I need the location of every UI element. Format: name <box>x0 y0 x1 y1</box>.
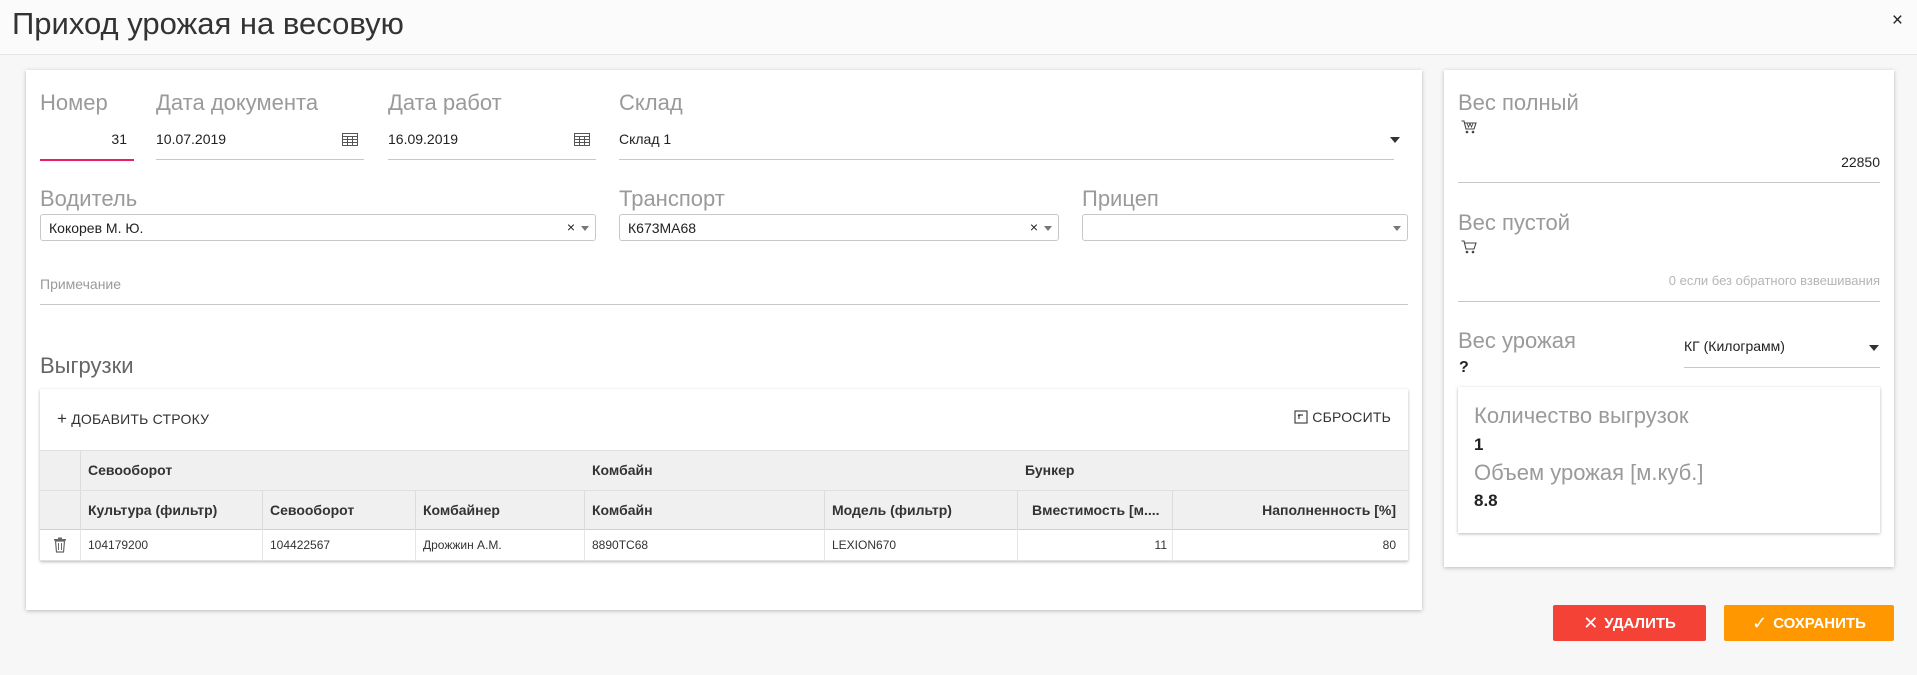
calendar-icon[interactable] <box>574 133 590 146</box>
chevron-down-icon[interactable] <box>1044 226 1052 231</box>
table-cell: 80 <box>1382 538 1396 552</box>
save-label: СОХРАНИТЬ <box>1773 614 1866 632</box>
column-header[interactable]: Модель (фильтр) <box>832 502 1012 518</box>
note-underline <box>40 304 1408 305</box>
trailer-label: Прицеп <box>1082 186 1159 211</box>
warehouse-select[interactable]: Склад 1 <box>619 131 671 147</box>
column-header[interactable]: Севооборот <box>270 502 410 518</box>
group-header-crop-rotation: Севооборот <box>88 462 173 478</box>
close-icon[interactable]: × <box>1892 10 1903 32</box>
warehouse-underline <box>619 159 1394 160</box>
full-weight-label: Вес полный <box>1458 90 1579 115</box>
empty-weight-label: Вес пустой <box>1458 210 1571 235</box>
reset-button[interactable]: СБРОСИТЬ <box>1294 409 1391 425</box>
transport-value: К673МА68 <box>628 220 697 236</box>
table-cell: 104422567 <box>270 538 331 552</box>
unload-count-label: Количество выгрузок <box>1474 403 1689 428</box>
column-header[interactable]: Вместимость [м.... <box>1032 502 1172 518</box>
harvest-weight-label: Вес урожая <box>1458 328 1576 353</box>
driver-combo[interactable]: Кокорев М. Ю. × <box>40 214 596 241</box>
driver-value: Кокорев М. Ю. <box>49 220 144 236</box>
unit-underline <box>1684 367 1880 368</box>
chevron-down-icon[interactable] <box>1390 137 1400 143</box>
plus-icon: + <box>57 409 68 428</box>
work-date-underline <box>388 159 596 160</box>
full-weight-underline <box>1458 182 1880 183</box>
harvest-volume-label: Объем урожая [м.куб.] <box>1474 460 1704 485</box>
empty-weight-underline <box>1458 301 1880 302</box>
table-cell: 104179200 <box>88 538 149 552</box>
transport-combo[interactable]: К673МА68 × <box>619 214 1059 241</box>
page-title: Приход урожая на весовую <box>12 6 404 41</box>
cart-full-icon <box>1461 120 1477 134</box>
summary-card: Количество выгрузок 1 Объем урожая [м.ку… <box>1458 387 1880 533</box>
doc-date-field[interactable]: 10.07.2019 <box>156 131 226 147</box>
table-cell: LEXION670 <box>832 538 897 552</box>
number-underline <box>40 159 134 161</box>
delete-button[interactable]: ✕ УДАЛИТЬ <box>1553 605 1706 641</box>
number-label: Номер <box>40 90 108 115</box>
reset-icon <box>1294 410 1308 424</box>
driver-label: Водитель <box>40 186 138 211</box>
table-row[interactable]: 104179200 104422567 Дрожжин А.М. 8890ТС6… <box>40 530 1408 561</box>
group-header-bunker: Бункер <box>1025 462 1075 478</box>
weights-card: Вес полный 22850 Вес пустой 0 если без о… <box>1444 70 1894 567</box>
trash-icon[interactable] <box>53 537 67 553</box>
reset-label: СБРОСИТЬ <box>1312 409 1391 425</box>
grid-group-header: Севооборот Комбайн Бункер <box>40 450 1408 491</box>
cart-empty-icon <box>1461 240 1477 254</box>
harvest-volume-value: 8.8 <box>1474 491 1498 510</box>
group-header-combine: Комбайн <box>592 462 653 478</box>
add-row-button[interactable]: + ДОБАВИТЬ СТРОКУ <box>57 409 209 429</box>
chevron-down-icon[interactable] <box>581 226 589 231</box>
empty-weight-field[interactable]: 0 если без обратного взвешивания <box>1669 273 1880 288</box>
doc-date-underline <box>156 159 364 160</box>
table-cell: 8890ТС68 <box>592 538 649 552</box>
clear-icon[interactable]: × <box>1030 219 1038 235</box>
unloads-title: Выгрузки <box>40 353 134 378</box>
unit-select[interactable]: КГ (Килограмм) <box>1684 338 1785 354</box>
table-cell: Дрожжин А.М. <box>423 538 502 552</box>
note-field[interactable] <box>40 282 1408 300</box>
work-date-field[interactable]: 16.09.2019 <box>388 131 458 147</box>
warehouse-label: Склад <box>619 90 683 115</box>
column-header[interactable]: Культура (фильтр) <box>88 502 258 518</box>
unload-count-value: 1 <box>1474 435 1484 454</box>
number-field[interactable]: 31 <box>40 131 127 147</box>
column-header[interactable]: Наполненность [%] <box>1262 502 1396 518</box>
save-button[interactable]: ✓ СОХРАНИТЬ <box>1724 605 1894 641</box>
add-row-label: ДОБАВИТЬ СТРОКУ <box>71 411 210 427</box>
table-cell: 11 <box>1154 538 1167 552</box>
column-header[interactable]: Комбайн <box>592 502 817 518</box>
grid-column-header: Культура (фильтр) Севооборот Комбайнер К… <box>40 490 1408 531</box>
column-header[interactable]: Комбайнер <box>423 502 583 518</box>
delete-label: УДАЛИТЬ <box>1604 614 1676 632</box>
trailer-combo[interactable] <box>1082 214 1408 241</box>
full-weight-field[interactable]: 22850 <box>1841 154 1880 170</box>
unloads-grid: + ДОБАВИТЬ СТРОКУ СБРОСИТЬ Севооборот Ко… <box>40 389 1408 561</box>
check-icon: ✓ <box>1752 612 1768 633</box>
harvest-weight-value: ? <box>1459 359 1469 376</box>
calendar-icon[interactable] <box>342 133 358 146</box>
doc-date-label: Дата документа <box>156 90 319 115</box>
clear-icon[interactable]: × <box>567 219 575 235</box>
transport-label: Транспорт <box>619 186 725 211</box>
title-bar: Приход урожая на весовую × <box>0 0 1917 55</box>
chevron-down-icon[interactable] <box>1869 345 1879 351</box>
work-date-label: Дата работ <box>388 90 502 115</box>
document-form-card: Номер 31 Дата документа 10.07.2019 Дата … <box>26 70 1422 610</box>
chevron-down-icon[interactable] <box>1393 226 1401 231</box>
close-icon: ✕ <box>1583 612 1599 633</box>
